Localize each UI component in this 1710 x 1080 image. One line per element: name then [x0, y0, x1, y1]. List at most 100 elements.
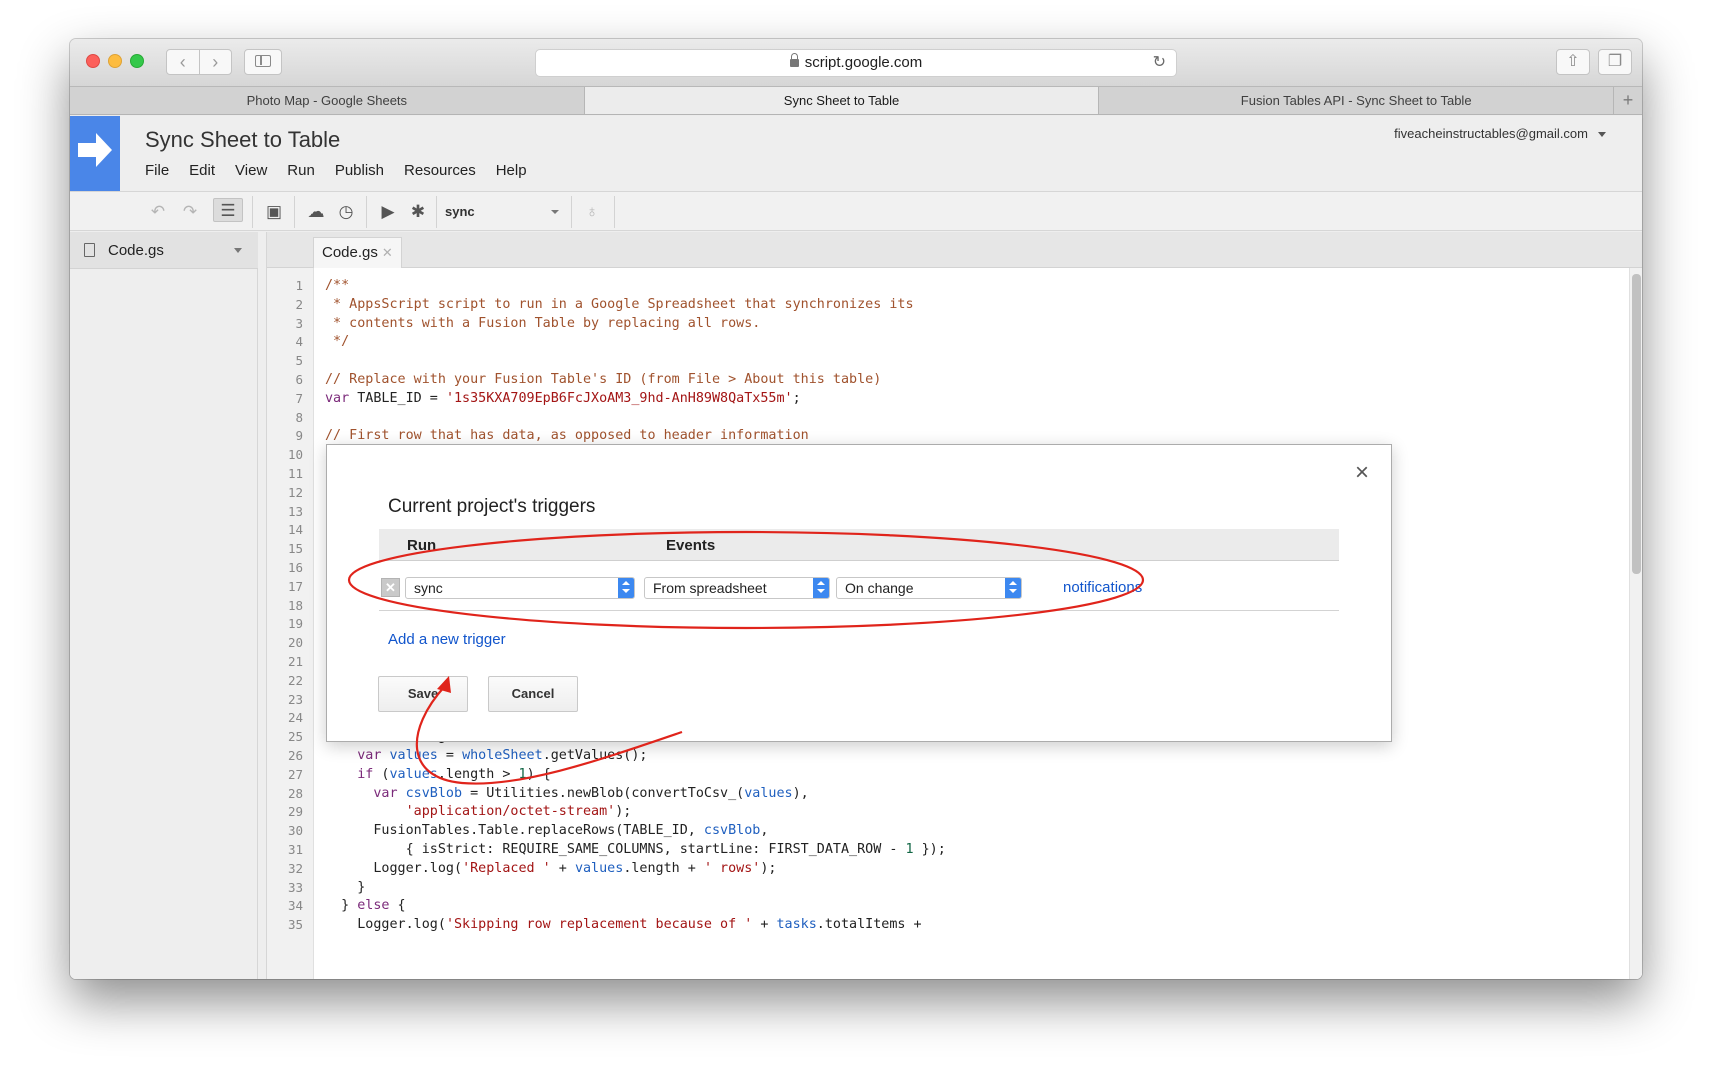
column-header-run: Run — [407, 537, 437, 554]
delete-trigger-button[interactable]: ✕ — [381, 578, 400, 597]
menu-file[interactable]: File — [145, 162, 169, 179]
minimize-window-button[interactable] — [108, 54, 122, 68]
redo-icon[interactable]: ↷ — [178, 200, 202, 224]
trigger-event-select[interactable]: On change — [836, 577, 1022, 599]
line-number: 23 — [287, 691, 303, 707]
line-number: 27 — [287, 766, 303, 782]
sidebar-file-label: Code.gs — [108, 242, 164, 259]
chevron-down-icon[interactable] — [234, 248, 242, 253]
line-number: 13 — [287, 503, 303, 519]
select-stepper-icon — [1005, 578, 1021, 598]
file-tab-code-gs[interactable]: Code.gs ✕ — [313, 237, 402, 268]
line-number-gutter: 1 2 3 4 5 6 7 8 9 10 11 12 13 14 15 16 17 18 19 20 21 22 23 24 2… — [267, 268, 314, 979]
account-email: fiveacheinstructables@gmail.com — [1394, 126, 1588, 141]
menu-run[interactable]: Run — [287, 162, 315, 179]
lightbulb-icon[interactable]: ♁ — [580, 200, 604, 224]
code-line: var values = wholeSheet.getValues(); — [357, 747, 648, 763]
line-number: 2 — [295, 296, 303, 312]
indent-toggle-icon[interactable]: ☰ — [213, 198, 243, 222]
browser-tab-sync-sheet[interactable]: Sync Sheet to Table — [584, 87, 1100, 114]
line-number: 4 — [295, 334, 303, 350]
run-icon[interactable]: ▶ — [376, 200, 400, 224]
function-select[interactable]: sync — [445, 199, 563, 225]
trigger-source-select[interactable]: From spreadsheet — [644, 577, 830, 599]
save-button[interactable]: Save — [378, 676, 468, 712]
menu-publish[interactable]: Publish — [335, 162, 384, 179]
code-line: } — [325, 879, 366, 895]
apps-script-logo[interactable] — [70, 116, 120, 191]
reload-icon[interactable]: ↻ — [1153, 50, 1166, 76]
add-trigger-link[interactable]: Add a new trigger — [388, 631, 506, 648]
tabs-overview-button[interactable]: ❐ — [1598, 49, 1632, 75]
arrow-icon — [78, 133, 112, 167]
menu-resources[interactable]: Resources — [404, 162, 476, 179]
sidebar-icon — [255, 55, 271, 67]
code-line: } else { — [325, 898, 406, 914]
file-tab-bar: Code.gs ✕ — [267, 232, 1642, 268]
code-line: var TABLE_ID = '1s35KXA709EpB6FcJXoAM3_9… — [325, 390, 801, 406]
scrollbar-thumb[interactable] — [1632, 274, 1641, 574]
menu-help[interactable]: Help — [496, 162, 527, 179]
line-numbers: 1 2 3 4 5 6 7 8 9 10 11 12 13 14 15 16 17 18 19 20 21 22 23 24 2… — [267, 268, 313, 935]
column-header-events: Events — [666, 537, 716, 554]
back-icon[interactable]: ‹ — [167, 50, 199, 74]
share-icon: ⇧ — [1566, 53, 1580, 70]
close-icon[interactable]: ✕ — [382, 245, 393, 260]
line-number: 11 — [287, 465, 303, 481]
code-line: /** — [325, 278, 350, 293]
line-number: 20 — [287, 635, 303, 651]
function-select-value: sync — [445, 204, 475, 219]
line-number: 31 — [287, 841, 303, 857]
trigger-source-value: From spreadsheet — [653, 580, 767, 596]
code-line: 'application/octet-stream'); — [405, 804, 632, 820]
cancel-button[interactable]: Cancel — [488, 676, 578, 712]
address-bar[interactable]: script.google.com ↻ — [535, 49, 1177, 77]
zoom-window-button[interactable] — [130, 54, 144, 68]
triggers-dialog: × Current project's triggers Run Events … — [326, 444, 1392, 742]
menu-edit[interactable]: Edit — [189, 162, 215, 179]
line-number: 25 — [287, 729, 303, 745]
history-buttons: ‹ › — [166, 49, 232, 75]
code-line: * contents with a Fusion Table by replac… — [325, 315, 761, 331]
close-dialog-button[interactable]: × — [1355, 461, 1369, 485]
line-number: 18 — [287, 597, 303, 613]
trigger-function-select[interactable]: sync — [405, 577, 635, 599]
browser-tab-photo-map[interactable]: Photo Map - Google Sheets — [70, 87, 585, 114]
notifications-link[interactable]: notifications — [1063, 579, 1142, 596]
trigger-row: ✕ sync From spreadsheet On change notifi… — [379, 561, 1339, 611]
clock-trigger-icon[interactable]: ◷ — [334, 200, 358, 224]
line-number: 33 — [287, 879, 303, 895]
toolbar-separator — [366, 196, 367, 228]
trigger-event-value: On change — [845, 580, 914, 596]
line-number: 32 — [287, 860, 303, 876]
debug-bug-icon[interactable]: ✱ — [406, 200, 430, 224]
select-stepper-icon — [813, 578, 829, 598]
menu-view[interactable]: View — [235, 162, 267, 179]
line-number: 10 — [287, 447, 303, 463]
toolbar-separator — [614, 196, 615, 228]
document-icon — [84, 243, 95, 257]
chevron-down-icon — [551, 210, 559, 214]
cloud-upload-icon[interactable]: ☁ — [304, 200, 328, 224]
share-button[interactable]: ⇧ — [1556, 49, 1590, 75]
project-title[interactable]: Sync Sheet to Table — [145, 127, 340, 153]
account-menu[interactable]: fiveacheinstructables@gmail.com — [1394, 126, 1606, 141]
line-number: 14 — [287, 522, 303, 538]
code-line: */ — [325, 334, 350, 350]
sidebar-toggle-button[interactable] — [244, 49, 282, 75]
sidebar-file-code-gs[interactable]: Code.gs — [70, 232, 258, 269]
editor-toolbar: ↶ ↷ ☰ ▣ ☁ ◷ ▶ ✱ sync ♁ — [70, 191, 1642, 231]
vertical-scrollbar[interactable] — [1629, 268, 1642, 979]
new-tab-button[interactable]: + — [1614, 87, 1642, 114]
url-text: script.google.com — [804, 54, 923, 71]
line-number: 16 — [287, 559, 303, 575]
save-icon[interactable]: ▣ — [262, 200, 286, 224]
undo-icon[interactable]: ↶ — [146, 200, 170, 224]
browser-tab-bar: Photo Map - Google Sheets Sync Sheet to … — [70, 87, 1642, 115]
forward-icon[interactable]: › — [198, 50, 232, 74]
close-window-button[interactable] — [86, 54, 100, 68]
browser-tab-fusion-tables[interactable]: Fusion Tables API - Sync Sheet to Table — [1099, 87, 1615, 114]
dialog-title: Current project's triggers — [388, 496, 596, 517]
lock-icon — [789, 53, 799, 67]
line-number: 24 — [287, 710, 303, 726]
